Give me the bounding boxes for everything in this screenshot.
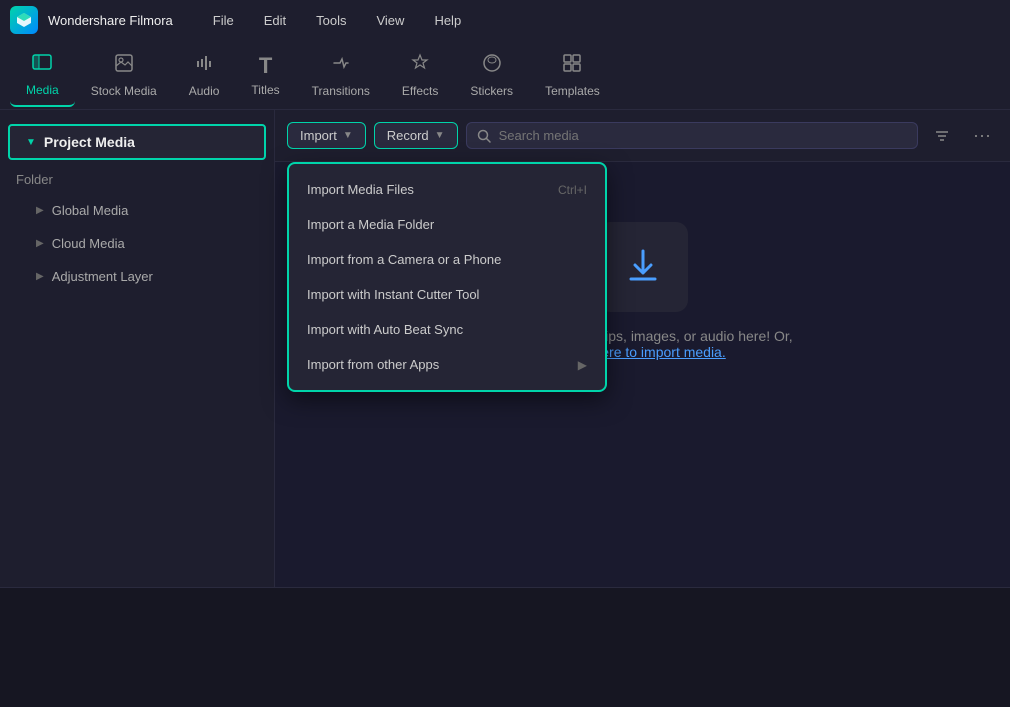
search-input[interactable] [499, 128, 907, 143]
menu-tools[interactable]: Tools [306, 9, 356, 32]
nav-stickers[interactable]: Stickers [454, 44, 529, 106]
project-media-label: Project Media [44, 134, 135, 150]
nav-templates[interactable]: Templates [529, 44, 616, 106]
templates-icon [561, 52, 583, 80]
nav-effects-label: Effects [402, 84, 438, 98]
nav-titles[interactable]: T Titles [235, 45, 295, 105]
folder-divider: Folder [0, 166, 274, 193]
filter-button[interactable] [926, 120, 958, 152]
content-area: Import ▼ Record ▼ ··· [275, 110, 1010, 587]
import-label: Import [300, 128, 337, 143]
stickers-icon [481, 52, 503, 80]
stock-media-icon [113, 52, 135, 80]
timeline [0, 587, 1010, 707]
nav-audio-label: Audio [189, 84, 220, 98]
navbar: Media Stock Media Audio T Titles Transi [0, 40, 1010, 110]
nav-stock-media-label: Stock Media [91, 84, 157, 98]
sidebar: ▼ Project Media Folder ▶ Global Media ▶ … [0, 110, 275, 587]
menu-edit[interactable]: Edit [254, 9, 296, 32]
dropdown-import-auto-beat-sync[interactable]: Import with Auto Beat Sync [289, 312, 605, 347]
dropdown-import-media-files-shortcut: Ctrl+I [558, 183, 587, 197]
import-dropdown: Import Media Files Ctrl+I Import a Media… [287, 162, 607, 392]
nav-transitions-label: Transitions [312, 84, 370, 98]
record-label: Record [387, 128, 429, 143]
dropdown-import-instant-cutter[interactable]: Import with Instant Cutter Tool [289, 277, 605, 312]
adjustment-layer-arrow: ▶ [36, 271, 44, 282]
nav-templates-label: Templates [545, 84, 600, 98]
nav-stock-media[interactable]: Stock Media [75, 44, 173, 106]
cloud-media-arrow: ▶ [36, 238, 44, 249]
project-media-chevron: ▼ [26, 137, 36, 148]
nav-audio[interactable]: Audio [173, 44, 236, 106]
drop-icon-box [598, 222, 688, 312]
download-icon [619, 243, 667, 291]
titles-icon: T [259, 53, 272, 79]
import-button[interactable]: Import ▼ [287, 122, 366, 149]
content-toolbar: Import ▼ Record ▼ ··· [275, 110, 1010, 162]
dropdown-import-instant-cutter-label: Import with Instant Cutter Tool [307, 287, 479, 302]
record-chevron: ▼ [435, 130, 445, 141]
sidebar-item-cloud-media[interactable]: ▶ Cloud Media [8, 228, 266, 259]
menu-view[interactable]: View [366, 9, 414, 32]
global-media-arrow: ▶ [36, 205, 44, 216]
dropdown-import-media-files-label: Import Media Files [307, 182, 414, 197]
global-media-label: Global Media [52, 203, 129, 218]
menu-file[interactable]: File [203, 9, 244, 32]
adjustment-layer-label: Adjustment Layer [52, 269, 153, 284]
dropdown-import-other-apps-arrow: ▶ [578, 358, 587, 372]
titlebar: Wondershare Filmora File Edit Tools View… [0, 0, 1010, 40]
nav-effects[interactable]: Effects [386, 44, 454, 106]
project-media-header[interactable]: ▼ Project Media [8, 124, 266, 160]
sidebar-item-global-media[interactable]: ▶ Global Media [8, 195, 266, 226]
nav-stickers-label: Stickers [470, 84, 513, 98]
record-button[interactable]: Record ▼ [374, 122, 458, 149]
dropdown-import-auto-beat-sync-label: Import with Auto Beat Sync [307, 322, 463, 337]
menu-help[interactable]: Help [424, 9, 471, 32]
media-icon [31, 51, 53, 79]
audio-icon [193, 52, 215, 80]
dropdown-import-camera-phone-label: Import from a Camera or a Phone [307, 252, 501, 267]
dropdown-import-camera-phone[interactable]: Import from a Camera or a Phone [289, 242, 605, 277]
nav-media[interactable]: Media [10, 43, 75, 107]
app-logo [10, 6, 38, 34]
dropdown-import-other-apps-label: Import from other Apps [307, 357, 439, 372]
search-bar[interactable] [466, 122, 918, 149]
nav-media-label: Media [26, 83, 59, 97]
effects-icon [409, 52, 431, 80]
cloud-media-label: Cloud Media [52, 236, 125, 251]
nav-titles-label: Titles [251, 83, 279, 97]
import-chevron: ▼ [343, 130, 353, 141]
search-icon [477, 129, 491, 143]
transitions-icon [330, 52, 352, 80]
dropdown-import-media-folder-label: Import a Media Folder [307, 217, 434, 232]
dropdown-import-other-apps[interactable]: Import from other Apps ▶ [289, 347, 605, 382]
dropdown-import-media-files[interactable]: Import Media Files Ctrl+I [289, 172, 605, 207]
more-options-button[interactable]: ··· [966, 120, 998, 152]
main-area: ▼ Project Media Folder ▶ Global Media ▶ … [0, 110, 1010, 587]
sidebar-item-adjustment-layer[interactable]: ▶ Adjustment Layer [8, 261, 266, 292]
nav-transitions[interactable]: Transitions [296, 44, 386, 106]
dropdown-import-media-folder[interactable]: Import a Media Folder [289, 207, 605, 242]
folder-label: Folder [16, 172, 53, 187]
app-name: Wondershare Filmora [48, 13, 173, 28]
